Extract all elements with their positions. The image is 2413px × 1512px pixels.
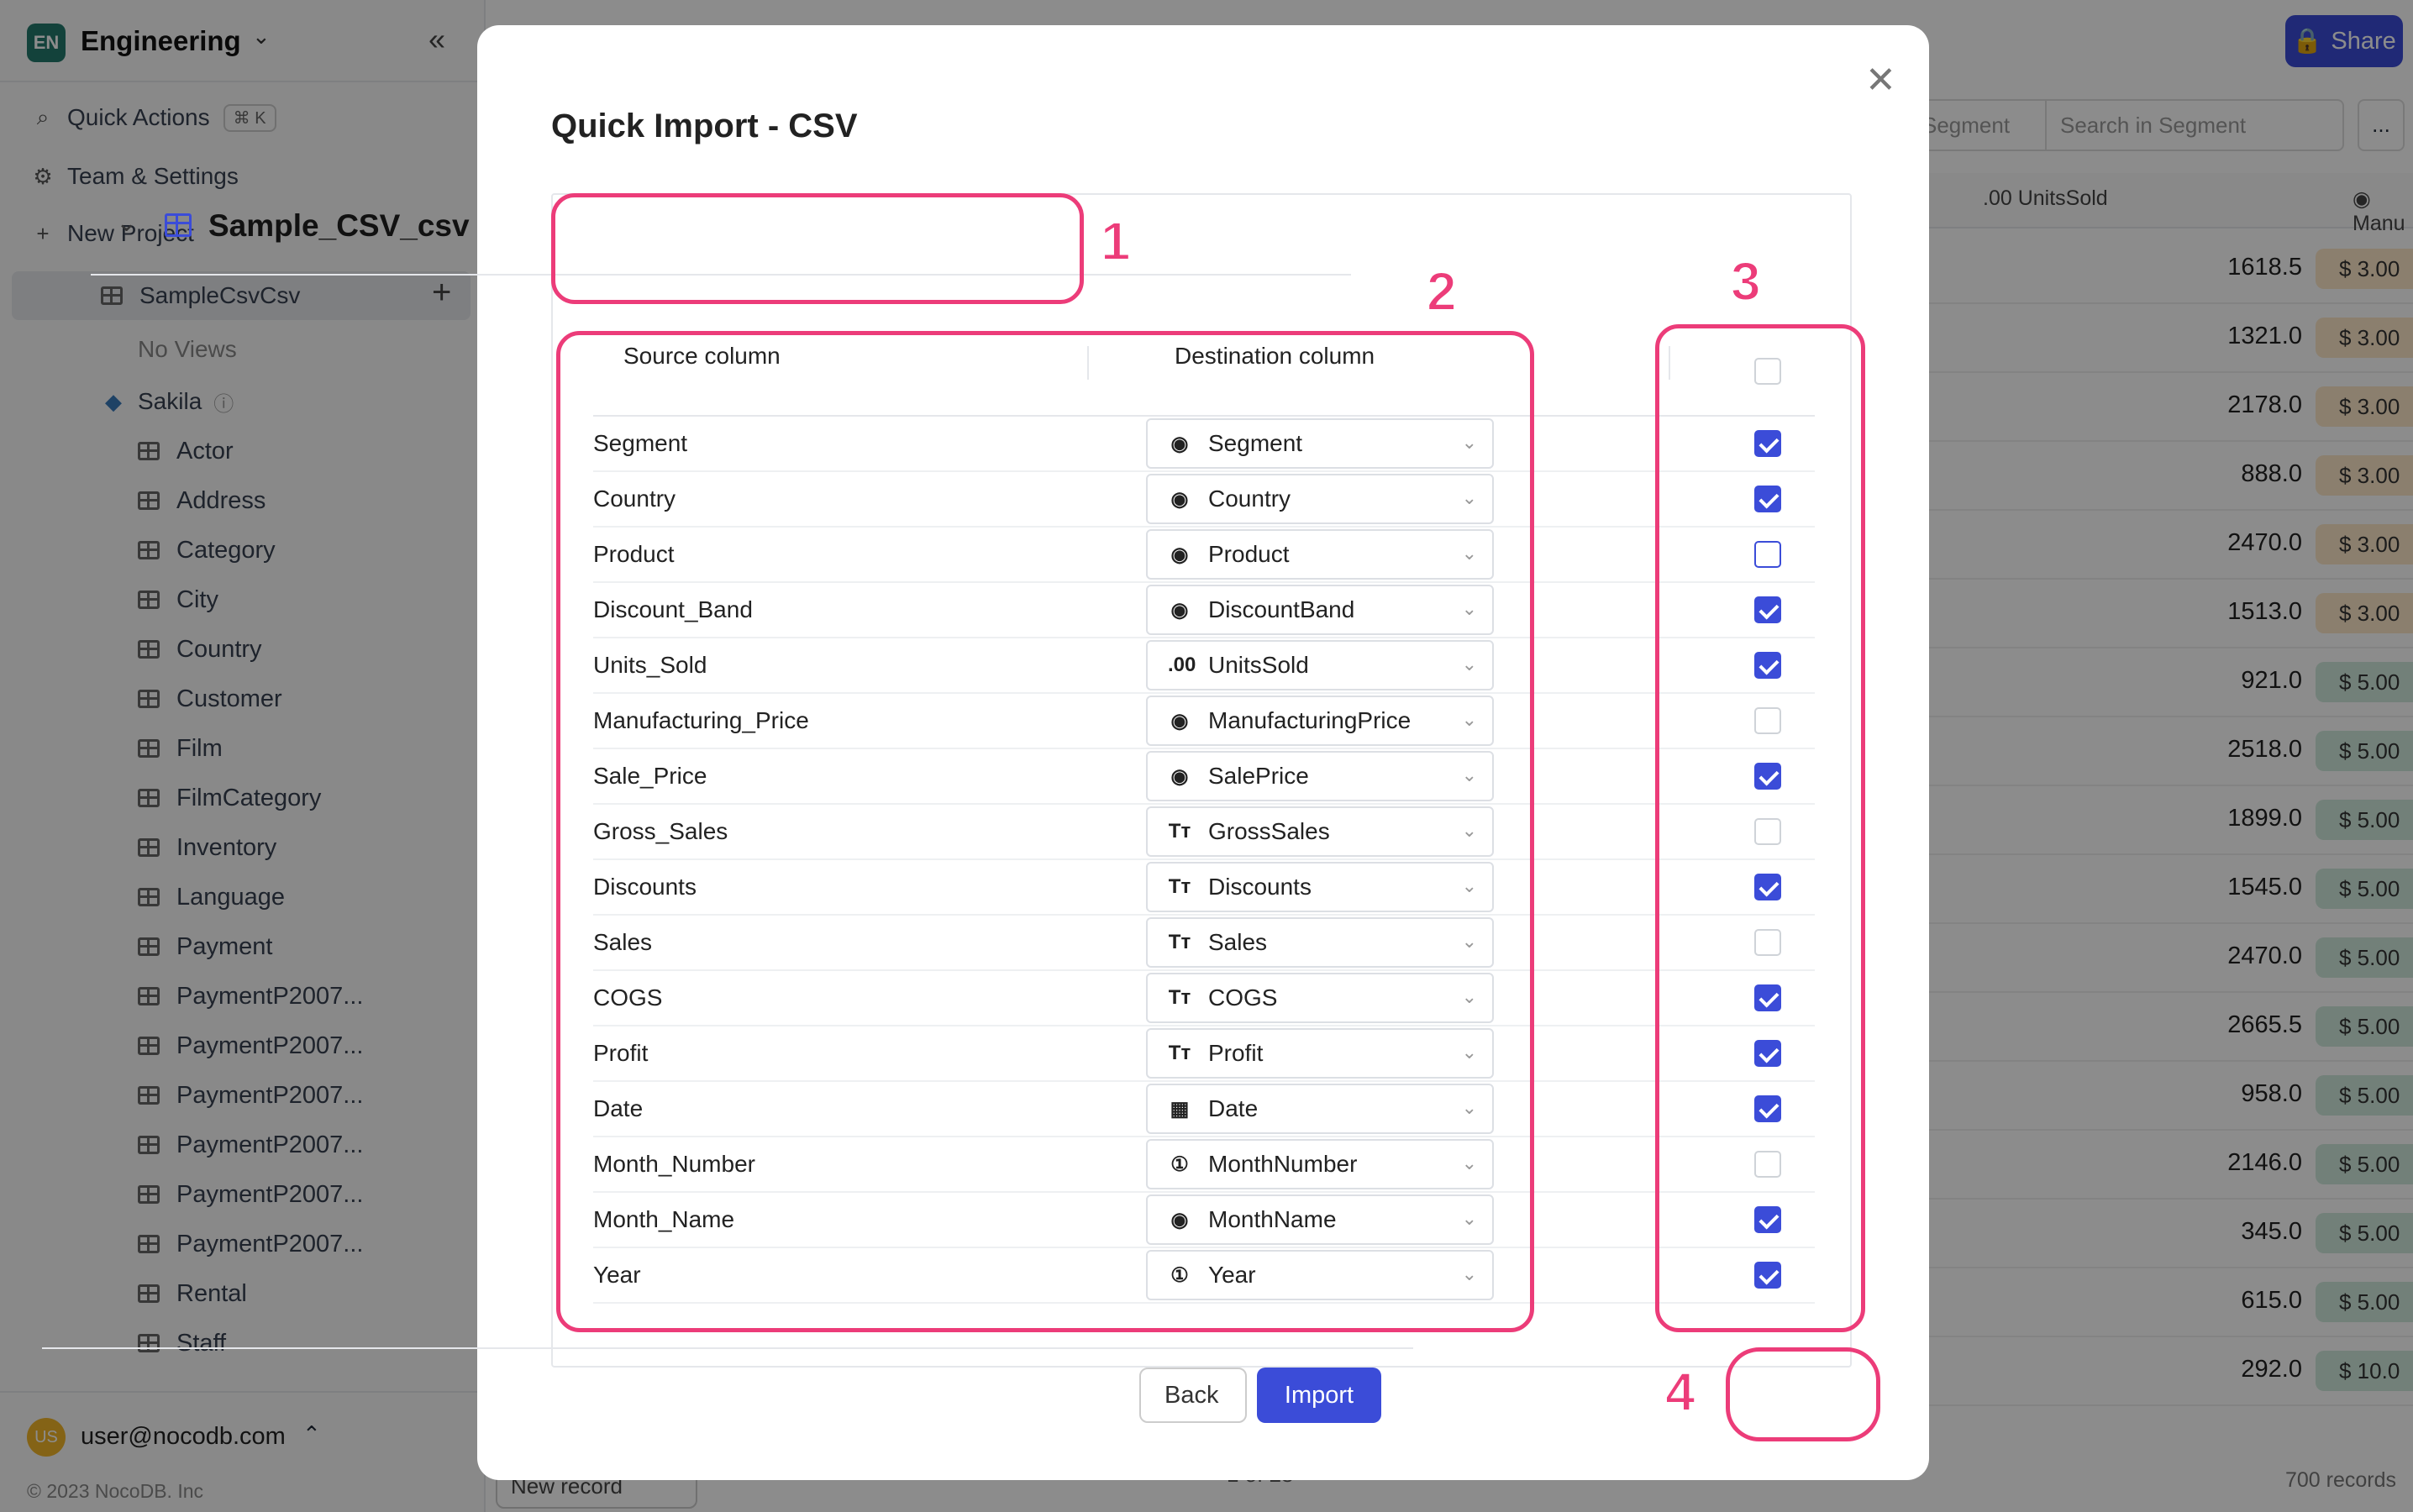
annotation-number-3: 3 <box>1730 250 1762 312</box>
annotation-box-1 <box>551 193 1084 304</box>
annotation-number-1: 1 <box>1100 210 1132 272</box>
chevron-down-icon[interactable]: ⌄ <box>116 208 137 238</box>
import-button[interactable]: Import <box>1257 1368 1381 1423</box>
annotation-box-4 <box>1726 1347 1880 1441</box>
back-label: Back <box>1164 1381 1219 1409</box>
modal-footer-divider <box>42 1347 1413 1349</box>
annotation-box-2 <box>556 331 1534 1332</box>
annotation-number-2: 2 <box>1426 260 1458 323</box>
back-button[interactable]: Back <box>1139 1368 1247 1423</box>
annotation-box-3 <box>1655 324 1865 1332</box>
close-icon[interactable]: ✕ <box>1865 59 1896 102</box>
import-label: Import <box>1284 1381 1354 1409</box>
modal-title: Quick Import - CSV <box>551 108 858 144</box>
import-table-name[interactable]: Sample_CSV_csv <box>208 208 470 244</box>
annotation-number-4: 4 <box>1664 1361 1696 1423</box>
table-icon <box>165 213 192 237</box>
